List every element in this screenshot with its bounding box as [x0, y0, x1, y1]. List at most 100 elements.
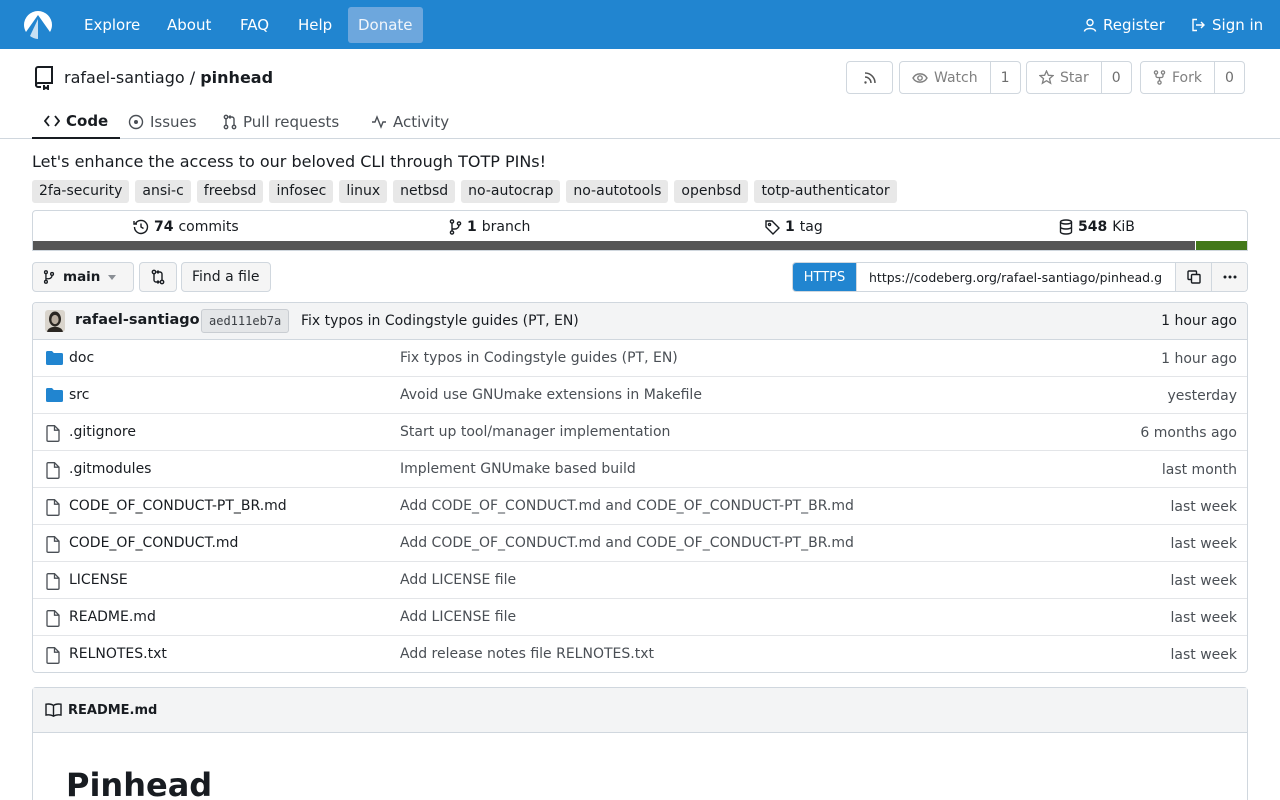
- file-icon: [46, 573, 60, 590]
- language-bar[interactable]: [33, 241, 1247, 250]
- file-commit-message[interactable]: Add CODE_OF_CONDUCT.md and CODE_OF_CONDU…: [400, 535, 854, 551]
- topic-tag[interactable]: 2fa-security: [32, 180, 130, 203]
- readme-filename[interactable]: README.md: [68, 703, 157, 718]
- top-navbar: Explore About FAQ Help Donate Register S…: [0, 0, 1280, 49]
- tab-issues[interactable]: Issues: [128, 105, 197, 139]
- compare-button[interactable]: [139, 262, 177, 292]
- nav-donate[interactable]: Donate: [348, 7, 423, 43]
- activity-icon: [371, 115, 387, 129]
- file-row: .gitmodules Implement GNUmake based buil…: [33, 451, 1247, 488]
- issues-icon: [128, 114, 144, 130]
- clone-url-input[interactable]: [856, 263, 1175, 291]
- branch-name: main: [63, 269, 101, 285]
- repo-name-link[interactable]: pinhead: [200, 68, 273, 87]
- star-count[interactable]: 0: [1100, 62, 1131, 93]
- file-commit-message[interactable]: Fix typos in Codingstyle guides (PT, EN): [400, 350, 678, 366]
- file-commit-time: last week: [1170, 536, 1238, 552]
- branch-dropdown[interactable]: main: [32, 262, 134, 292]
- sign-in-link[interactable]: Sign in: [1191, 7, 1263, 43]
- branch-icon: [43, 270, 55, 284]
- topic-tag[interactable]: freebsd: [196, 180, 264, 203]
- file-name[interactable]: src: [69, 387, 89, 403]
- nav-help[interactable]: Help: [288, 7, 342, 43]
- commit-author[interactable]: rafael-santiago: [75, 312, 200, 328]
- more-options-button[interactable]: [1211, 263, 1247, 291]
- file-commit-message[interactable]: Add CODE_OF_CONDUCT.md and CODE_OF_CONDU…: [400, 498, 854, 514]
- tab-activity-label: Activity: [393, 113, 450, 131]
- topic-tag[interactable]: linux: [339, 180, 388, 203]
- star-group: Star 0: [1026, 61, 1132, 94]
- file-commit-time: yesterday: [1167, 388, 1237, 404]
- file-name[interactable]: RELNOTES.txt: [69, 646, 167, 662]
- eye-icon: [912, 72, 928, 84]
- chevron-down-icon: [108, 274, 117, 280]
- topic-tag[interactable]: ansi-c: [135, 180, 191, 203]
- fork-count[interactable]: 0: [1213, 62, 1244, 93]
- file-name[interactable]: LICENSE: [69, 572, 128, 588]
- tab-pull-requests-label: Pull requests: [243, 113, 340, 131]
- copy-url-button[interactable]: [1175, 263, 1211, 291]
- repo-separator: /: [189, 68, 196, 87]
- readme-panel: README.md Pinhead: [32, 687, 1248, 800]
- repo-owner-link[interactable]: rafael-santiago: [64, 68, 185, 87]
- file-name[interactable]: CODE_OF_CONDUCT-PT_BR.md: [69, 498, 287, 514]
- logo-icon[interactable]: [23, 10, 53, 40]
- file-commit-message[interactable]: Add LICENSE file: [400, 572, 516, 588]
- topic-tag[interactable]: netbsd: [393, 180, 456, 203]
- pull-request-icon: [223, 114, 237, 130]
- nav-faq[interactable]: FAQ: [230, 7, 279, 43]
- code-icon: [44, 115, 60, 127]
- commit-sha[interactable]: aed111eb7a: [201, 309, 290, 333]
- commits-stat[interactable]: 74 commits: [133, 219, 239, 235]
- database-icon: [1059, 219, 1073, 235]
- star-button[interactable]: Star: [1027, 62, 1101, 93]
- file-name[interactable]: .gitmodules: [69, 461, 151, 477]
- file-name[interactable]: doc: [69, 350, 94, 366]
- tab-activity[interactable]: Activity: [371, 105, 449, 139]
- size-value: 548: [1078, 219, 1108, 235]
- folder-icon: [46, 351, 63, 365]
- language-segment[interactable]: [33, 241, 1195, 250]
- commits-label: commits: [178, 219, 239, 235]
- tags-count: 1: [785, 219, 795, 235]
- tags-stat[interactable]: 1 tag: [765, 219, 823, 235]
- language-segment[interactable]: [1194, 241, 1247, 250]
- branches-stat[interactable]: 1 branch: [449, 219, 530, 235]
- topic-tag[interactable]: openbsd: [674, 180, 749, 203]
- sign-in-icon: [1191, 18, 1206, 32]
- file-commit-time: 1 hour ago: [1161, 351, 1237, 367]
- commit-message[interactable]: Fix typos in Codingstyle guides (PT, EN): [301, 313, 579, 329]
- fork-group: Fork 0: [1140, 61, 1245, 94]
- file-name[interactable]: README.md: [69, 609, 156, 625]
- topic-tag[interactable]: no-autocrap: [461, 180, 561, 203]
- fork-icon: [1153, 70, 1166, 85]
- file-table: rafael-santiago aed111eb7a Fix typos in …: [32, 302, 1248, 673]
- file-commit-message[interactable]: Add release notes file RELNOTES.txt: [400, 646, 654, 662]
- file-icon: [46, 425, 60, 442]
- file-commit-message[interactable]: Add LICENSE file: [400, 609, 516, 625]
- branches-label: branch: [481, 219, 531, 235]
- file-row: src Avoid use GNUmake extensions in Make…: [33, 377, 1247, 414]
- nav-explore[interactable]: Explore: [74, 7, 150, 43]
- file-icon: [46, 499, 60, 516]
- watch-button[interactable]: Watch: [900, 62, 990, 93]
- file-commit-message[interactable]: Implement GNUmake based build: [400, 461, 636, 477]
- find-file-button[interactable]: Find a file: [181, 262, 271, 292]
- tab-pull-requests[interactable]: Pull requests: [223, 105, 339, 139]
- file-name[interactable]: .gitignore: [69, 424, 136, 440]
- file-name[interactable]: CODE_OF_CONDUCT.md: [69, 535, 238, 551]
- nav-about[interactable]: About: [157, 7, 221, 43]
- avatar[interactable]: [45, 310, 65, 332]
- topic-tag[interactable]: no-autotools: [566, 180, 669, 203]
- file-commit-message[interactable]: Avoid use GNUmake extensions in Makefile: [400, 387, 702, 403]
- rss-button[interactable]: [846, 61, 893, 94]
- fork-button[interactable]: Fork: [1141, 62, 1214, 93]
- topic-tag[interactable]: infosec: [269, 180, 334, 203]
- repo-description: Let's enhance the access to our beloved …: [32, 152, 547, 171]
- register-link[interactable]: Register: [1083, 7, 1165, 43]
- file-commit-message[interactable]: Start up tool/manager implementation: [400, 424, 670, 440]
- watch-count[interactable]: 1: [989, 62, 1020, 93]
- topic-tag[interactable]: totp-authenticator: [754, 180, 897, 203]
- tab-code[interactable]: Code: [32, 105, 121, 139]
- https-toggle[interactable]: HTTPS: [793, 263, 856, 291]
